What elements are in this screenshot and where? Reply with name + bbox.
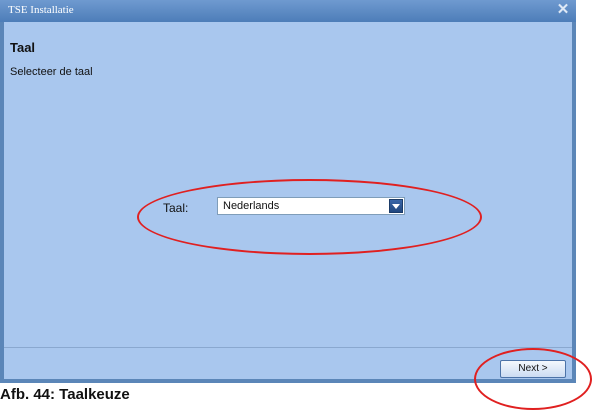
- chevron-down-icon[interactable]: [389, 199, 403, 213]
- window-title: TSE Installatie: [8, 4, 74, 16]
- figure-caption: Afb. 44: Taalkeuze: [0, 386, 130, 403]
- installer-window: TSE Installatie ✕ Taal Selecteer de taal…: [0, 0, 576, 383]
- page-header: Taal Selecteer de taal: [4, 22, 572, 78]
- language-select[interactable]: Nederlands: [217, 197, 405, 215]
- title-bar: TSE Installatie ✕: [0, 0, 576, 22]
- next-button[interactable]: Next >: [500, 360, 566, 378]
- page-title: Taal: [10, 40, 36, 55]
- content-area: Taal: Nederlands: [4, 88, 572, 347]
- footer-divider: [4, 347, 572, 348]
- page-subtitle: Selecteer de taal: [10, 66, 93, 78]
- close-icon[interactable]: ✕: [554, 1, 572, 19]
- language-label: Taal:: [163, 201, 189, 215]
- language-selected-value: Nederlands: [223, 200, 280, 212]
